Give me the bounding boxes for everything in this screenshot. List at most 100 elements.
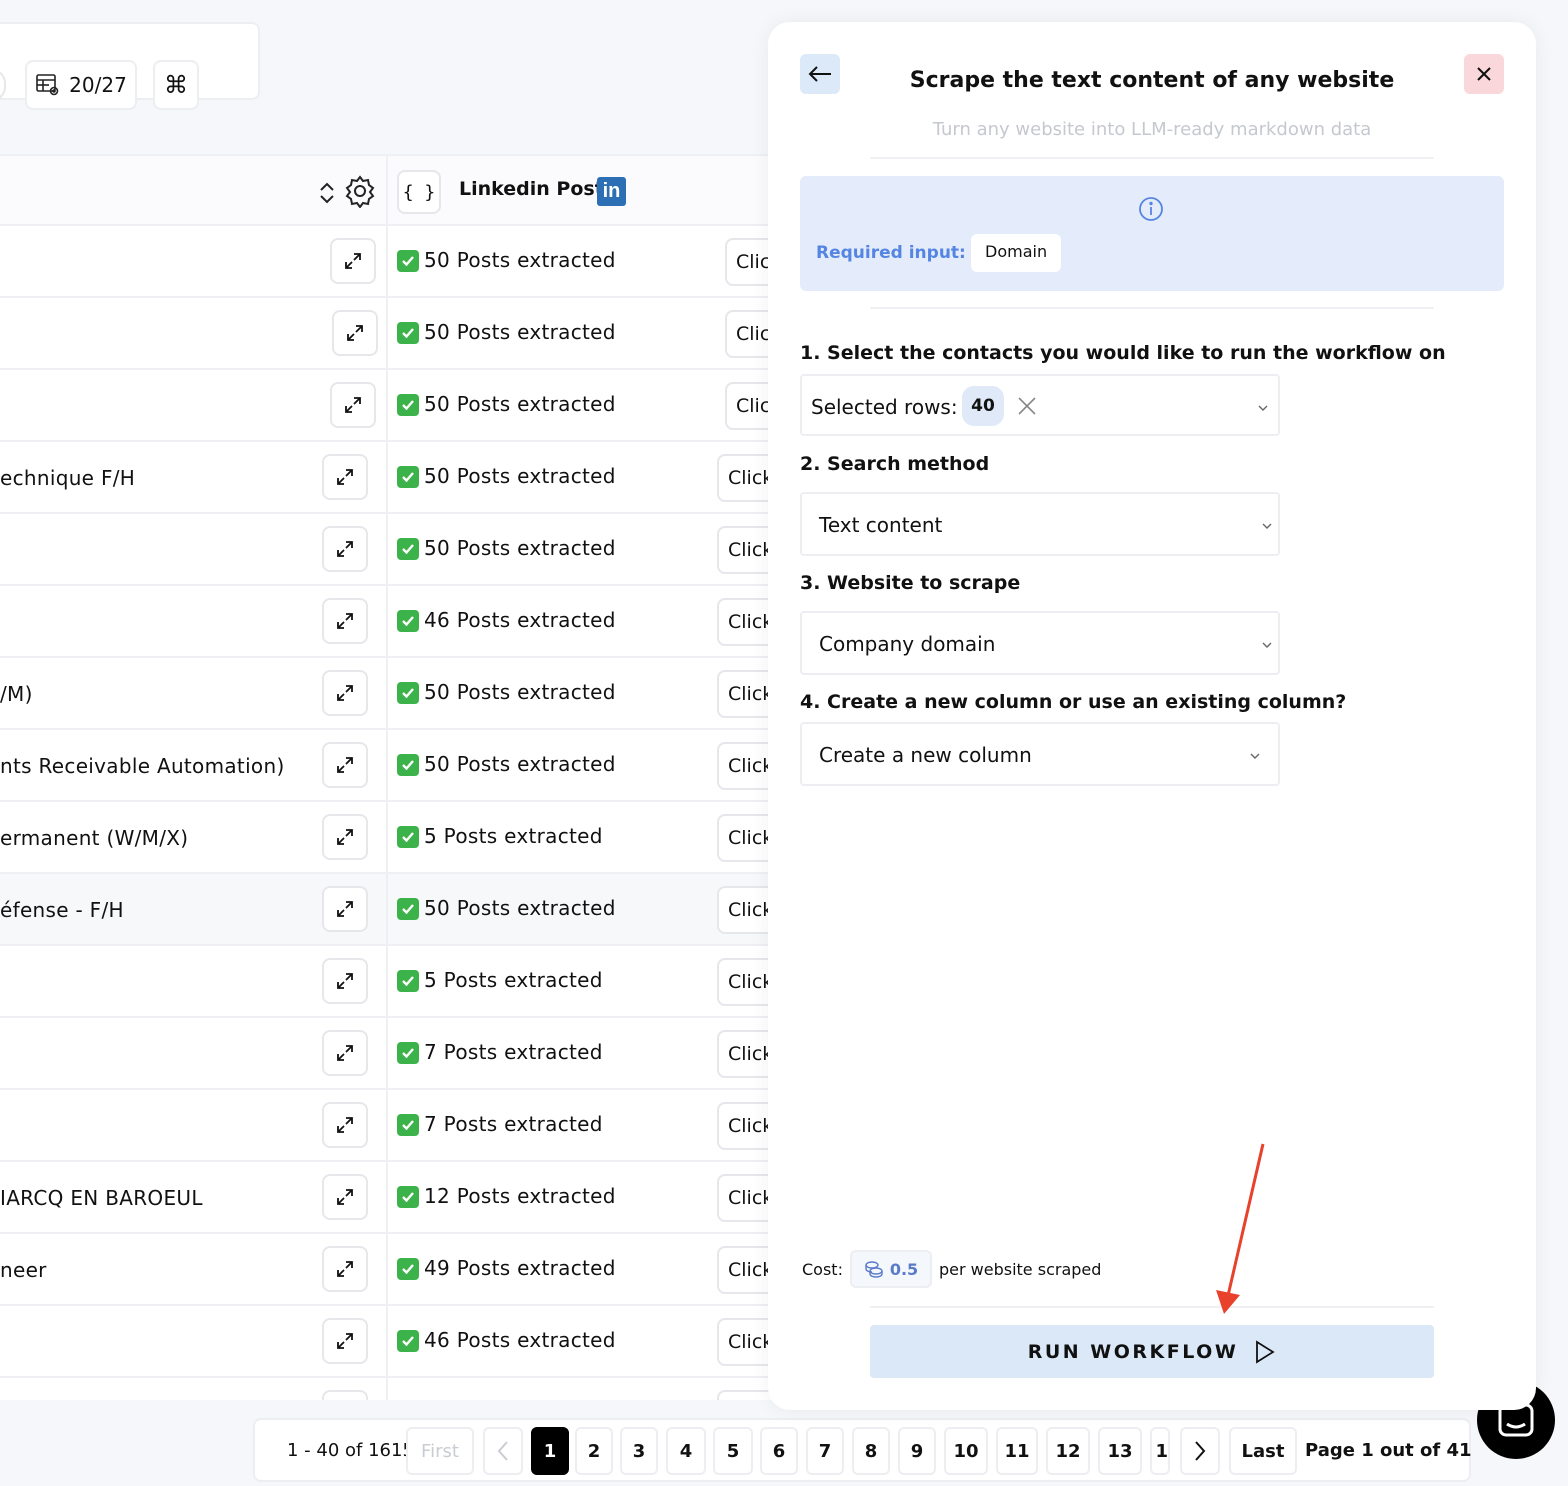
click-button-label: Click bbox=[728, 683, 774, 705]
run-workflow-label: RUN WORKFLOW bbox=[1027, 1340, 1239, 1363]
table-row[interactable]: ermanent (W/M/X) 5 Posts extracted Click bbox=[0, 802, 790, 874]
page-number: 1 bbox=[543, 1440, 557, 1462]
page-button[interactable]: 1 bbox=[531, 1427, 569, 1475]
expand-row-button[interactable] bbox=[322, 526, 368, 572]
command-menu-button[interactable]: ⌘ bbox=[153, 60, 199, 110]
expand-row-button[interactable] bbox=[322, 1030, 368, 1076]
row-title: nts Receivable Automation) bbox=[0, 754, 285, 778]
expand-row-button[interactable] bbox=[322, 886, 368, 932]
gear-icon[interactable] bbox=[343, 174, 377, 208]
table-row[interactable]: neer 49 Posts extracted Click bbox=[0, 1234, 790, 1306]
page-button[interactable]: 10 bbox=[944, 1427, 988, 1475]
close-button[interactable] bbox=[1464, 54, 1504, 94]
check-icon bbox=[397, 1258, 419, 1280]
column-select[interactable]: Create a new column bbox=[800, 722, 1280, 786]
page-button[interactable]: 9 bbox=[898, 1427, 936, 1475]
table-body: 50 Posts extracted Clic 50 Posts extracted… bbox=[0, 226, 790, 1400]
check-icon bbox=[397, 394, 419, 416]
expand-row-button[interactable] bbox=[322, 1102, 368, 1148]
table-row[interactable]: 7 Posts extracted Click bbox=[0, 1090, 790, 1162]
prev-page-button[interactable] bbox=[483, 1427, 523, 1475]
table-row[interactable]: IARCQ EN BAROEUL 12 Posts extracted Click bbox=[0, 1162, 790, 1234]
braces-button[interactable]: { } bbox=[397, 170, 441, 214]
next-page-button[interactable] bbox=[1180, 1427, 1220, 1475]
last-page-button[interactable]: Last bbox=[1229, 1427, 1297, 1475]
page-button[interactable]: 8 bbox=[852, 1427, 890, 1475]
posts-extracted-status: 5 Posts extracted bbox=[424, 824, 603, 848]
table-row[interactable]: 5 Posts extracted Click bbox=[0, 946, 790, 1018]
table-row[interactable]: éfense - F/H 50 Posts extracted Click bbox=[0, 874, 790, 946]
columns-visibility-button[interactable]: 20/27 bbox=[25, 60, 137, 110]
expand-row-button[interactable] bbox=[330, 382, 376, 428]
posts-extracted-status: 50 Posts extracted bbox=[424, 536, 616, 560]
expand-row-button[interactable] bbox=[322, 670, 368, 716]
page-button[interactable]: 13 bbox=[1098, 1427, 1142, 1475]
row-title: neer bbox=[0, 1258, 47, 1282]
table-row[interactable]: 50 Posts extracted Clic bbox=[0, 226, 790, 298]
table-row[interactable]: echnique F/H 50 Posts extracted Click bbox=[0, 442, 790, 514]
table-row[interactable]: /M) 50 Posts extracted Click bbox=[0, 658, 790, 730]
expand-row-button[interactable] bbox=[322, 1246, 368, 1292]
data-table: { } Linkedin Post in 50 Posts extracted C… bbox=[0, 154, 790, 1400]
check-icon bbox=[397, 970, 419, 992]
expand-row-button[interactable] bbox=[332, 310, 378, 356]
expand-icon bbox=[337, 1261, 353, 1277]
click-button-label: Click bbox=[728, 1259, 774, 1281]
click-button-label: Click bbox=[728, 611, 774, 633]
page-button[interactable]: 11 bbox=[996, 1427, 1038, 1475]
expand-row-button[interactable] bbox=[322, 1318, 368, 1364]
expand-row-button[interactable] bbox=[322, 958, 368, 1004]
table-row[interactable]: 46 Posts extracted Click bbox=[0, 1306, 790, 1378]
table-row[interactable]: 46 Posts extracted Click bbox=[0, 586, 790, 658]
check-icon bbox=[397, 1186, 419, 1208]
cost-suffix: per website scraped bbox=[939, 1260, 1102, 1279]
check-icon bbox=[397, 754, 419, 776]
table-row[interactable]: 50 Posts extracted Clic bbox=[0, 370, 790, 442]
expand-row-button[interactable] bbox=[322, 742, 368, 788]
coins-icon bbox=[865, 1261, 883, 1278]
posts-extracted-status: 50 Posts extracted bbox=[424, 392, 616, 416]
posts-extracted-status: 7 Posts extracted bbox=[424, 1040, 603, 1064]
page-number: 7 bbox=[818, 1440, 832, 1462]
page-button[interactable]: 1 bbox=[1150, 1427, 1170, 1475]
expand-row-button[interactable] bbox=[330, 238, 376, 284]
expand-row-button[interactable] bbox=[322, 454, 368, 500]
page-button[interactable]: 6 bbox=[760, 1427, 798, 1475]
page-button[interactable]: 5 bbox=[713, 1427, 753, 1475]
run-workflow-button[interactable]: RUN WORKFLOW bbox=[870, 1325, 1434, 1378]
sort-icon[interactable] bbox=[317, 180, 337, 206]
page-button[interactable]: 3 bbox=[620, 1427, 658, 1475]
chevron-down-icon bbox=[1262, 523, 1272, 529]
panel-subtitle: Turn any website into LLM-ready markdown… bbox=[932, 119, 1372, 140]
expand-icon bbox=[337, 1333, 353, 1349]
page-button[interactable]: 12 bbox=[1046, 1427, 1090, 1475]
expand-row-button[interactable] bbox=[322, 598, 368, 644]
table-row[interactable]: 7 Posts extracted Click bbox=[0, 1018, 790, 1090]
toolbar-pill[interactable] bbox=[0, 69, 6, 101]
clear-icon[interactable] bbox=[1016, 395, 1038, 417]
table-row[interactable]: 50 Posts extracted Click bbox=[0, 514, 790, 586]
website-select[interactable]: Company domain bbox=[800, 611, 1280, 675]
expand-row-button[interactable] bbox=[322, 814, 368, 860]
chevron-down-icon bbox=[1258, 405, 1268, 411]
page-button[interactable]: 4 bbox=[666, 1427, 706, 1475]
close-icon bbox=[1477, 67, 1491, 81]
expand-row-button[interactable] bbox=[322, 1174, 368, 1220]
click-button-label: Click bbox=[728, 1043, 774, 1065]
command-icon: ⌘ bbox=[164, 71, 188, 99]
page-button[interactable]: 7 bbox=[806, 1427, 844, 1475]
search-method-select[interactable]: Text content bbox=[800, 492, 1280, 556]
page-button[interactable]: 2 bbox=[575, 1427, 613, 1475]
info-icon bbox=[1139, 197, 1163, 221]
step4-label: 4. Create a new column or use an existin… bbox=[800, 691, 1347, 713]
expand-row-button[interactable] bbox=[322, 1390, 368, 1400]
first-page-button[interactable]: First bbox=[406, 1427, 474, 1475]
contacts-select[interactable]: Selected rows: 40 bbox=[800, 374, 1280, 436]
table-row[interactable]: nts Receivable Automation) 50 Posts extra… bbox=[0, 730, 790, 802]
table-row[interactable] bbox=[0, 1378, 790, 1400]
table-toolbar: 20/27 ⌘ bbox=[0, 22, 260, 110]
click-button-label: Click bbox=[728, 467, 774, 489]
table-row[interactable]: 50 Posts extracted Clic bbox=[0, 298, 790, 370]
posts-extracted-status: 50 Posts extracted bbox=[424, 320, 616, 344]
row-title: /M) bbox=[0, 682, 33, 706]
